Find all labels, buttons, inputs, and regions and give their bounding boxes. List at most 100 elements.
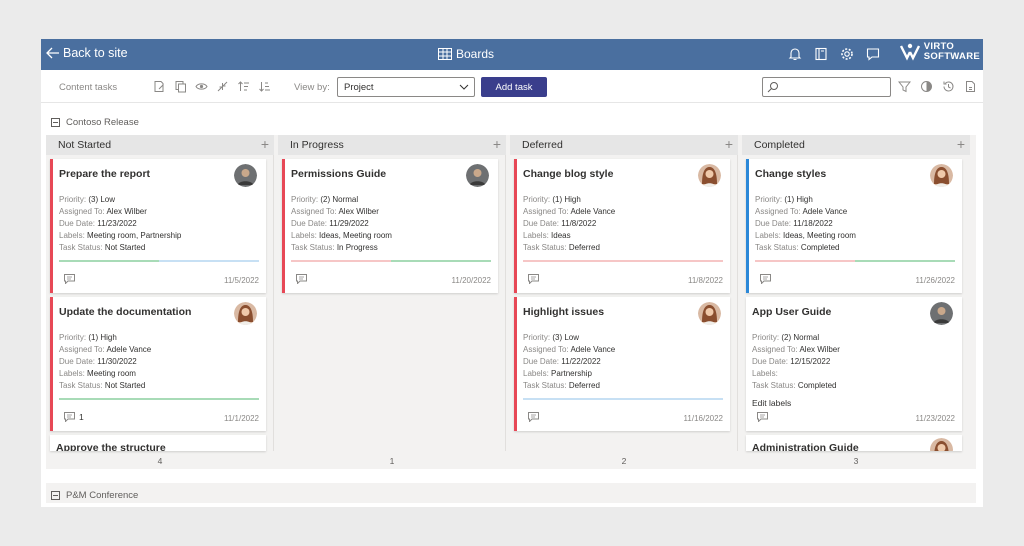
collapse-toggle-icon[interactable] [51, 118, 60, 127]
field-label: Task Status: [752, 381, 796, 390]
task-card[interactable]: Approve the structure [50, 435, 266, 451]
history-icon[interactable] [942, 80, 955, 93]
copy-icon[interactable] [174, 80, 187, 93]
collapse-icon[interactable] [216, 80, 229, 93]
progress-done [523, 260, 723, 262]
card-title: Change blog style [523, 168, 614, 180]
filter-icon[interactable] [898, 80, 911, 93]
progress-done [59, 398, 259, 400]
labels-value: Ideas, Meeting room [783, 231, 856, 240]
status-value: Completed [800, 243, 840, 252]
avatar [930, 302, 953, 325]
status-field: Task Status: Deferred [523, 381, 600, 390]
field-label: Priority: [523, 333, 551, 342]
progress-bar [59, 260, 259, 262]
comment-icon [528, 412, 539, 422]
labels-field: Labels: Ideas [523, 231, 571, 240]
task-card[interactable]: Update the documentation Priority: (1) H… [50, 297, 266, 431]
gear-icon[interactable] [839, 46, 855, 62]
progress-done [291, 260, 391, 262]
bell-icon[interactable] [787, 46, 803, 62]
column-header: Deferred + [510, 135, 738, 155]
field-label: Labels: [523, 231, 549, 240]
comment-button[interactable]: 1 [64, 412, 84, 422]
card-title: Highlight issues [523, 306, 605, 318]
task-card[interactable]: Highlight issues Priority: (3) Low Assig… [514, 297, 730, 431]
task-card[interactable]: Permissions Guide Priority: (2) Normal A… [282, 159, 498, 293]
comment-button[interactable] [528, 274, 539, 284]
sort-desc-icon[interactable] [258, 80, 271, 93]
assigned-value: Alex Wilber [799, 345, 840, 354]
field-label: Assigned To: [523, 207, 569, 216]
boards-icon [438, 48, 452, 60]
comment-button[interactable] [528, 412, 539, 422]
chat-icon[interactable] [865, 46, 881, 62]
collapse-toggle-icon[interactable] [51, 491, 60, 500]
group-header-contoso[interactable]: Contoso Release [51, 117, 139, 128]
comment-button[interactable] [64, 274, 75, 284]
boards-app: Back to site Boards VIRTO SOFTWARE Conte… [41, 39, 983, 507]
avatar [698, 302, 721, 325]
column-header: Not Started + [46, 135, 274, 155]
due-value: 11/18/2022 [793, 219, 833, 228]
progress-bar [291, 260, 491, 262]
sort-asc-icon[interactable] [237, 80, 250, 93]
group-header-pm[interactable]: P&M Conference [51, 490, 138, 501]
comment-button[interactable] [757, 412, 768, 422]
edit-icon[interactable] [153, 80, 166, 93]
task-card[interactable]: Change blog style Priority: (1) High Ass… [514, 159, 730, 293]
boards-label: Boards [456, 47, 495, 61]
field-label: Assigned To: [752, 345, 798, 354]
task-card[interactable]: Change styles Priority: (1) High Assigne… [746, 159, 962, 293]
progress-bar [755, 260, 955, 262]
comment-icon [528, 274, 539, 284]
view-by-select[interactable]: Project [337, 77, 475, 97]
card-title: Prepare the report [59, 168, 151, 180]
view-by-value: Project [344, 82, 374, 93]
due-value: 11/30/2022 [97, 357, 137, 366]
color-palette-icon[interactable] [920, 80, 933, 93]
book-icon[interactable] [813, 46, 829, 62]
field-label: Labels: [59, 369, 85, 378]
add-card-button[interactable]: + [725, 136, 733, 152]
back-label: Back to site [63, 46, 128, 60]
export-icon[interactable] [964, 80, 977, 93]
virto-logo-icon [899, 43, 920, 61]
status-value: Not Started [104, 381, 146, 390]
search-input[interactable] [762, 77, 891, 97]
card-date: 11/23/2022 [915, 414, 955, 423]
task-card[interactable]: Administration Guide [746, 435, 962, 451]
column-divider [273, 155, 274, 451]
task-card[interactable]: App User Guide Priority: (2) Normal Assi… [746, 297, 962, 431]
priority-value: (1) High [784, 195, 813, 204]
add-task-button[interactable]: Add task [481, 77, 547, 97]
avatar [466, 164, 489, 187]
column-header: Completed + [742, 135, 970, 155]
card-title: Permissions Guide [291, 168, 387, 180]
add-card-button[interactable]: + [261, 136, 269, 152]
field-label: Priority: [523, 195, 551, 204]
field-label: Priority: [752, 333, 780, 342]
field-label: Assigned To: [755, 207, 801, 216]
column-deferred: Deferred + Change blog style Priority: (… [510, 135, 738, 469]
priority-field: Priority: (3) Low [59, 195, 115, 204]
boards-title: Boards [438, 47, 494, 61]
progress-bar [523, 260, 723, 262]
due-field: Due Date: 11/23/2022 [59, 219, 137, 228]
task-card[interactable]: Prepare the report Priority: (3) Low Ass… [50, 159, 266, 293]
comment-button[interactable] [296, 274, 307, 284]
progress-done [59, 260, 159, 262]
edit-labels-link[interactable]: Edit labels [752, 398, 791, 408]
top-bar: Back to site Boards VIRTO SOFTWARE [41, 39, 983, 70]
group-title: Contoso Release [66, 117, 139, 128]
comment-button[interactable] [760, 274, 771, 284]
eye-icon[interactable] [195, 80, 208, 93]
back-to-site-link[interactable]: Back to site [46, 46, 128, 60]
avatar [698, 164, 721, 187]
card-date: 11/26/2022 [915, 276, 955, 285]
assigned-value: Alex Wilber [106, 207, 147, 216]
progress-done [523, 398, 723, 400]
column-title: In Progress [290, 139, 344, 151]
add-card-button[interactable]: + [957, 136, 965, 152]
add-card-button[interactable]: + [493, 136, 501, 152]
